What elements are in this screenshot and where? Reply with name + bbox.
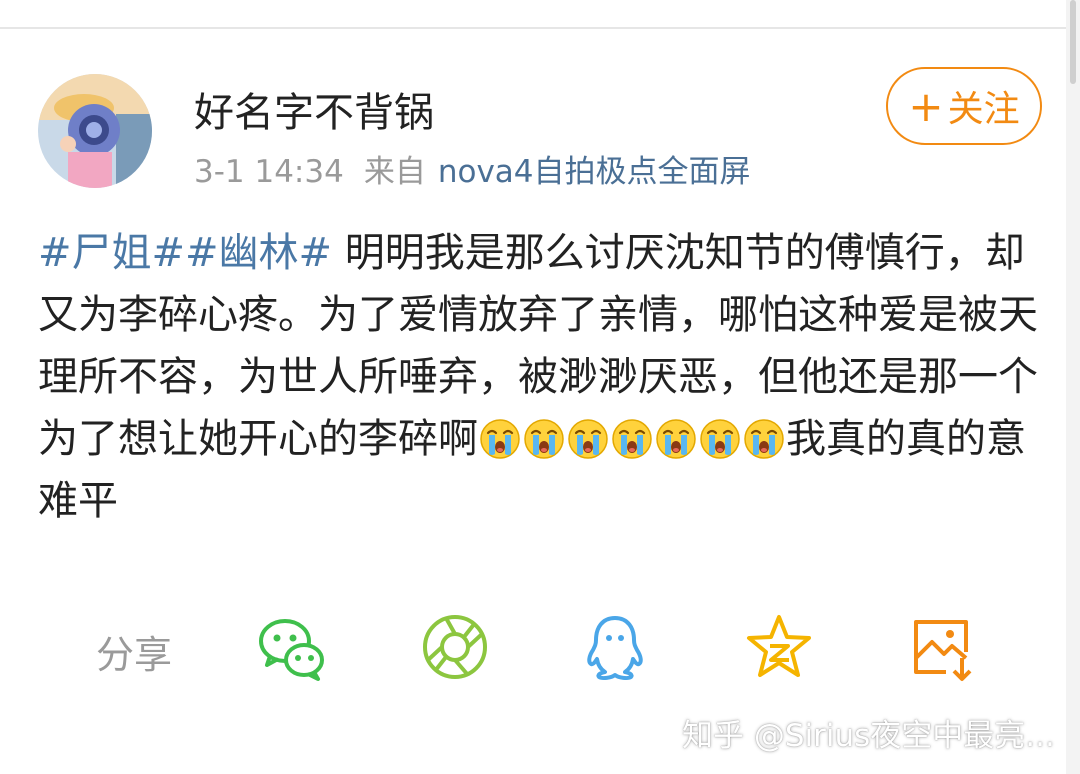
crying-face-icon	[480, 419, 520, 459]
crying-face-icon	[744, 419, 784, 459]
qq-icon[interactable]	[580, 612, 650, 682]
plus-icon: +	[908, 81, 944, 131]
avatar[interactable]	[38, 74, 152, 188]
topic-link[interactable]: #尸姐#	[38, 230, 185, 276]
share-label: 分享	[96, 633, 173, 677]
follow-label: 关注	[947, 89, 1020, 130]
post-time: 3-1 14:34	[194, 154, 344, 190]
crying-face-icon	[568, 419, 608, 459]
crying-face-icon	[700, 419, 740, 459]
crying-face-icon	[524, 419, 564, 459]
source-device[interactable]: nova4自拍极点全面屏	[438, 154, 751, 190]
top-divider	[0, 27, 1080, 29]
post-meta: 3-1 14:34 来自 nova4自拍极点全面屏	[194, 146, 751, 191]
scrollbar[interactable]	[1066, 0, 1080, 774]
moments-icon[interactable]	[420, 612, 490, 682]
post-content: #尸姐##幽林# 明明我是那么讨厌沈知节的傅慎行，却又为李碎心疼。为了爱情放弃了…	[38, 222, 1038, 532]
source-label: 来自	[363, 154, 426, 190]
weibo-post-page: 好名字不背锅 3-1 14:34 来自 nova4自拍极点全面屏 + 关注 #尸姐##…	[0, 0, 1080, 774]
username[interactable]: 好名字不背锅	[194, 80, 434, 138]
scrollbar-thumb[interactable]	[1070, 0, 1076, 84]
watermark: 知乎 @Sirius夜空中最亮...	[682, 718, 1055, 754]
crying-face-icon	[612, 419, 652, 459]
topic-link[interactable]: #幽林#	[185, 230, 332, 276]
follow-button[interactable]: + 关注	[886, 67, 1042, 145]
save-image-icon[interactable]	[906, 612, 976, 682]
wechat-icon[interactable]	[256, 612, 326, 682]
qzone-icon[interactable]	[744, 612, 814, 682]
avatar-illustration	[38, 74, 152, 188]
crying-face-icon	[656, 419, 696, 459]
